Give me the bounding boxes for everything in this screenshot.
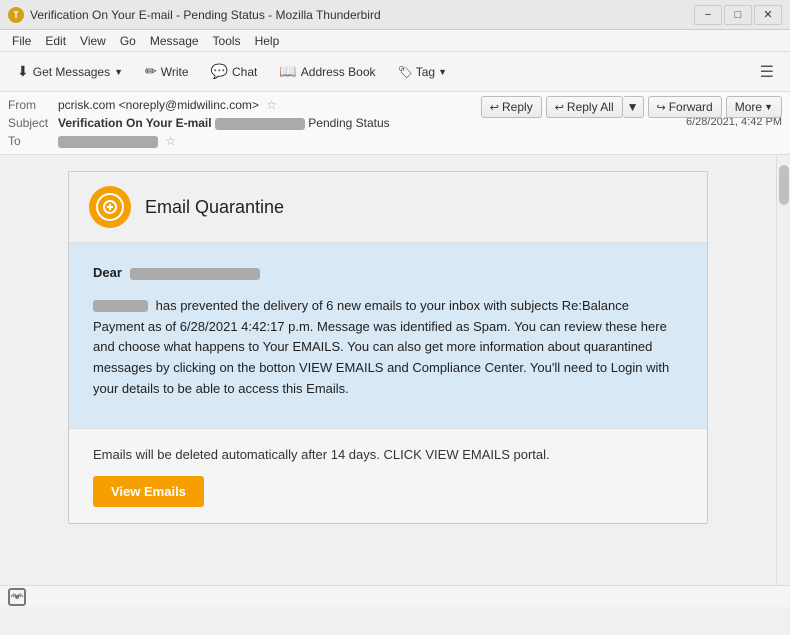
menu-bar: File Edit View Go Message Tools Help [0,30,790,52]
quarantine-title: Email Quarantine [145,197,284,218]
from-label: From [8,98,58,112]
from-star-icon[interactable]: ☆ [266,98,277,112]
reply-icon: ↩ [490,101,499,114]
menu-edit[interactable]: Edit [39,32,72,50]
menu-message[interactable]: Message [144,32,205,50]
subject-value: Verification On Your E-mail Pending Stat… [58,116,686,130]
address-book-button[interactable]: 📖 Address Book [270,58,384,85]
email-footer: Emails will be deleted automatically aft… [69,428,707,524]
menu-view[interactable]: View [74,32,112,50]
reply-button[interactable]: ↩ Reply [481,96,542,118]
chat-icon: 💬 [211,63,228,80]
greeting-line: Dear [93,263,683,284]
window-controls: − □ ✕ [694,5,782,25]
write-button[interactable]: ✏ Write [136,58,198,85]
hamburger-button[interactable]: ☰ [752,58,782,86]
email-scroll-area[interactable]: Email Quarantine Dear has prevented the … [0,155,776,585]
subject-blurred [215,118,305,130]
to-blurred [58,136,158,148]
forward-button[interactable]: ↪ Forward [648,96,722,118]
get-messages-icon: ⬇ [17,63,29,80]
more-button[interactable]: More ▼ [726,96,782,118]
forward-icon: ↪ [657,101,666,114]
scrollbar-thumb[interactable] [779,165,789,205]
to-label: To [8,134,58,148]
tag-dropdown-icon: ▼ [438,67,447,77]
email-body: Dear has prevented the delivery of 6 new… [69,243,707,428]
dropdown-arrow-icon: ▼ [114,67,123,77]
greeting-blurred [130,268,260,280]
status-bar [0,585,790,607]
reply-all-button[interactable]: ↩ Reply All [546,96,623,118]
email-card: Email Quarantine Dear has prevented the … [68,171,708,524]
subject-label: Subject [8,116,58,130]
title-bar: T Verification On Your E-mail - Pending … [0,0,790,30]
window-title: Verification On Your E-mail - Pending St… [30,8,694,22]
app-icon: T [8,7,24,23]
email-header: From pcrisk.com <noreply@midwilinc.com> … [0,92,790,155]
to-star-icon[interactable]: ☆ [165,134,176,148]
quarantine-icon [89,186,131,228]
close-button[interactable]: ✕ [754,5,782,25]
reply-all-icon: ↩ [555,101,564,114]
menu-file[interactable]: File [6,32,37,50]
to-value: ☆ [58,134,782,148]
view-emails-button[interactable]: View Emails [93,476,204,507]
menu-go[interactable]: Go [114,32,142,50]
email-content-area: Email Quarantine Dear has prevented the … [0,155,790,585]
toolbar: ⬇ Get Messages ▼ ✏ Write 💬 Chat 📖 Addres… [0,52,790,92]
email-action-buttons: ↩ Reply ↩ Reply All ▼ ↪ Forward More ▼ [481,96,782,118]
menu-tools[interactable]: Tools [207,32,247,50]
tag-button[interactable]: 🏷 Tag ▼ [389,60,457,84]
write-icon: ✏ [145,63,157,80]
maximize-button[interactable]: □ [724,5,752,25]
chat-button[interactable]: 💬 Chat [202,58,267,85]
footer-text: Emails will be deleted automatically aft… [93,445,683,465]
body-paragraph: has prevented the delivery of 6 new emai… [93,296,683,400]
menu-help[interactable]: Help [249,32,286,50]
scrollbar-track[interactable] [776,155,790,585]
quarantine-icon-inner [96,193,124,221]
quarantine-header: Email Quarantine [69,172,707,243]
reply-all-dropdown-button[interactable]: ▼ [623,96,644,118]
tag-icon: 🏷 [398,65,413,79]
connection-icon [8,588,26,606]
get-messages-button[interactable]: ⬇ Get Messages ▼ [8,58,132,85]
sender-blurred [93,300,148,312]
address-book-icon: 📖 [279,63,296,80]
more-dropdown-icon: ▼ [764,102,773,112]
minimize-button[interactable]: − [694,5,722,25]
